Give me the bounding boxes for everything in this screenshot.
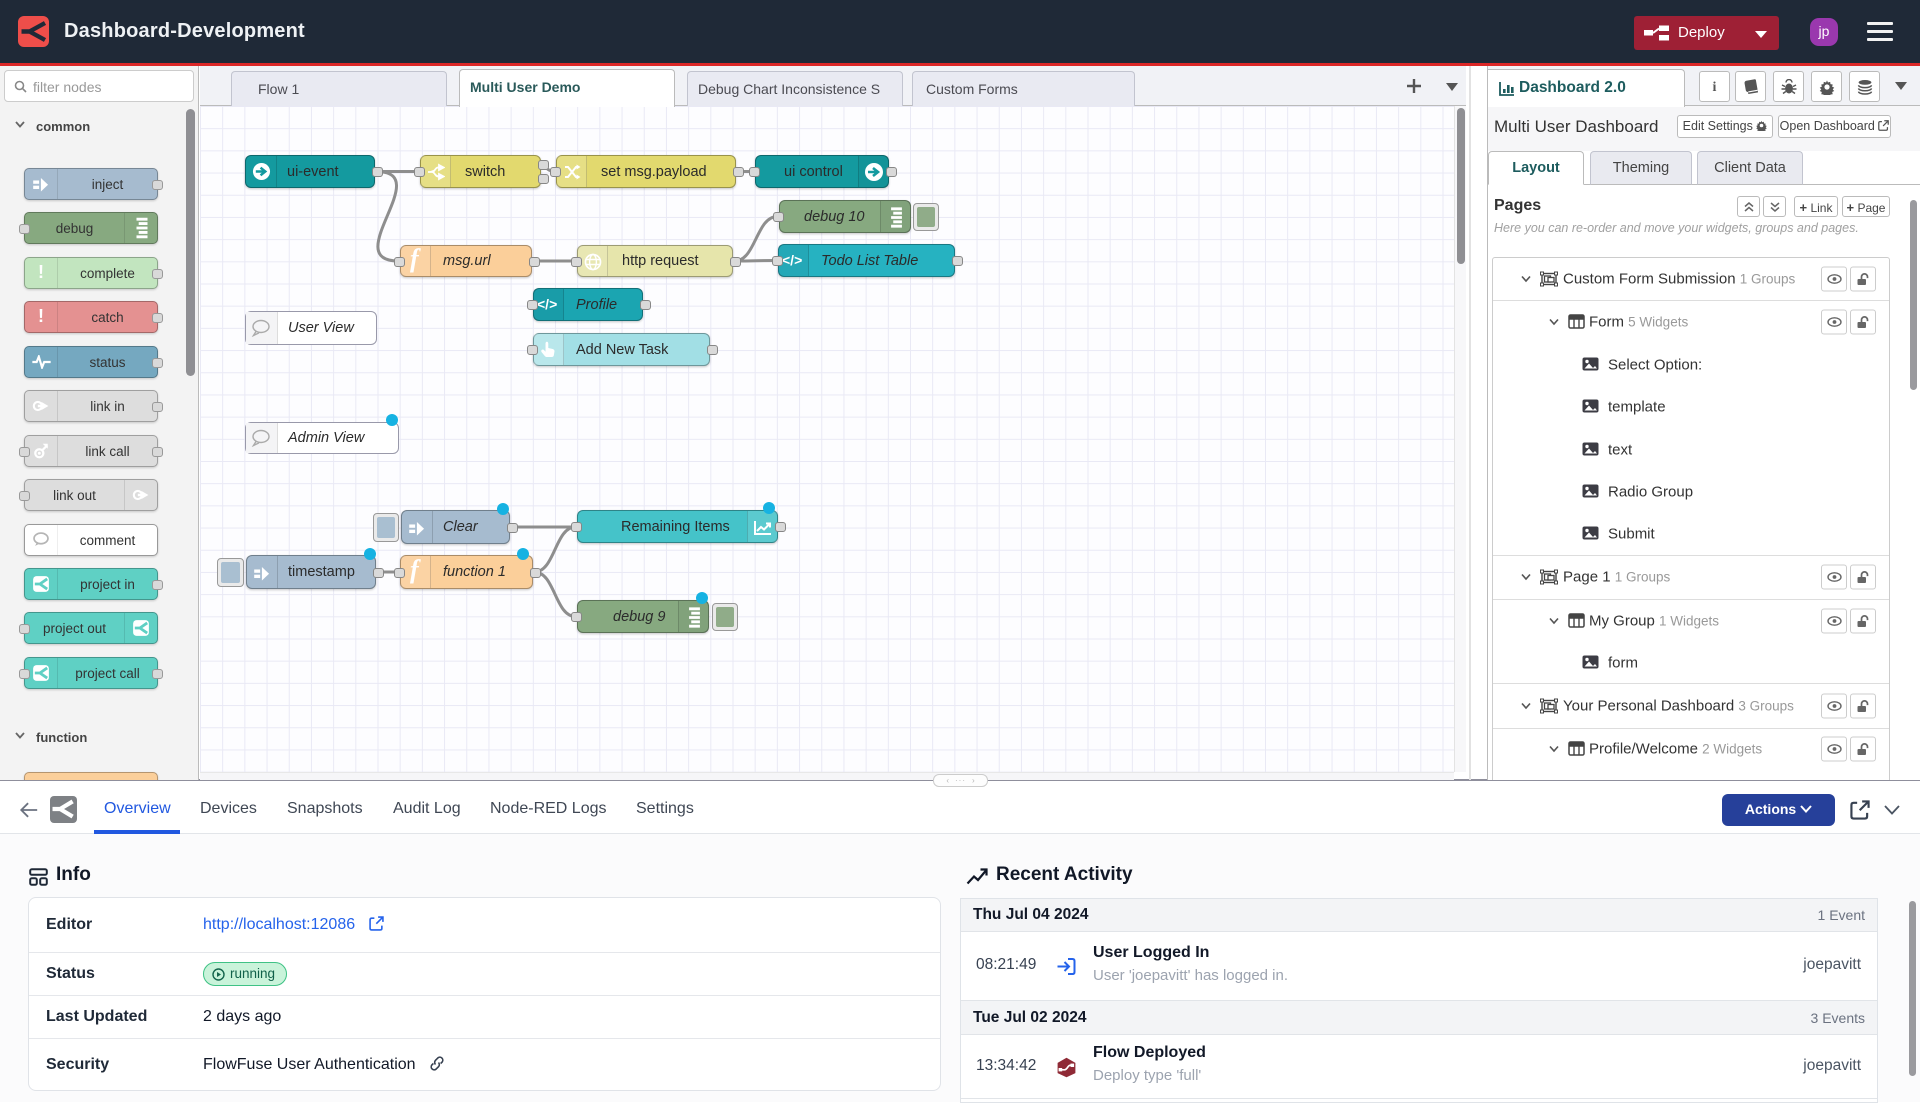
svg-text:i: i (1713, 80, 1717, 94)
